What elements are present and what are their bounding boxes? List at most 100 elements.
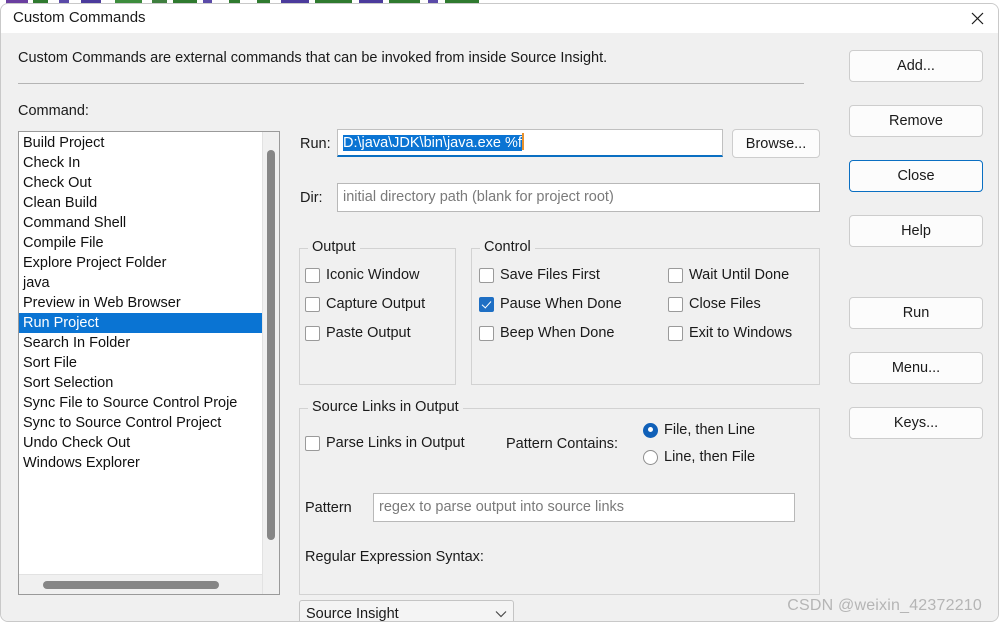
list-item-label: Check Out: [23, 175, 92, 191]
checkbox-close-files[interactable]: Close Files: [668, 296, 761, 312]
checkbox-label: Exit to Windows: [689, 325, 793, 341]
list-item-label: Explore Project Folder: [23, 255, 167, 271]
help-button[interactable]: Help: [849, 215, 983, 247]
run-input[interactable]: D:\java\JDK\bin\java.exe %f: [337, 129, 723, 157]
list-item[interactable]: Run Project: [19, 313, 262, 333]
command-listbox[interactable]: Build Project Check In Check Out Clean Buil…: [18, 131, 280, 595]
run-input-value: D:\java\JDK\bin\java.exe %f: [343, 135, 522, 151]
checkbox-label: Capture Output: [326, 296, 426, 312]
list-item-label: Sync File to Source Control Proje: [23, 395, 238, 411]
listbox-horizontal-scroll-thumb[interactable]: [43, 581, 219, 589]
checkbox-box: [668, 296, 683, 312]
listbox-vertical-scroll-thumb[interactable]: [267, 150, 275, 540]
checkbox-beep-when-done[interactable]: Beep When Done: [479, 325, 614, 341]
list-item[interactable]: Undo Check Out: [19, 433, 262, 453]
add-button[interactable]: Add...: [849, 50, 983, 82]
pattern-input[interactable]: regex to parse output into source links: [373, 493, 795, 522]
checkbox-box: [305, 296, 320, 312]
command-list-items: Build Project Check In Check Out Clean Buil…: [19, 132, 262, 473]
checkbox-paste-output[interactable]: Paste Output: [305, 325, 411, 341]
run-label: Run:: [300, 136, 331, 152]
list-item[interactable]: Search In Folder: [19, 333, 262, 353]
list-item[interactable]: Compile File: [19, 233, 262, 253]
radio-line-then-file[interactable]: Line, then File: [643, 449, 755, 465]
list-item-label: Undo Check Out: [23, 435, 131, 451]
dir-input-placeholder: initial directory path (blank for projec…: [343, 189, 614, 205]
checkbox-label: Paste Output: [326, 325, 411, 341]
list-item-label: Run Project: [23, 315, 99, 331]
list-item-label: Windows Explorer: [23, 455, 140, 471]
output-group-title: Output: [308, 239, 360, 255]
list-item[interactable]: Sync File to Source Control Proje: [19, 393, 262, 413]
checkbox-wait-until-done[interactable]: Wait Until Done: [668, 267, 789, 283]
list-item-label: Command Shell: [23, 215, 127, 231]
checkbox-box: [479, 325, 494, 341]
list-item-label: Sync to Source Control Project: [23, 415, 222, 431]
checkbox-label: Wait Until Done: [689, 267, 790, 283]
list-item[interactable]: Windows Explorer: [19, 453, 262, 473]
keys-button[interactable]: Keys...: [849, 407, 983, 439]
close-button[interactable]: [954, 4, 998, 33]
output-group: Output Iconic Window Capture Output Past…: [299, 239, 456, 385]
checkbox-box: [479, 267, 494, 283]
list-item[interactable]: Sync to Source Control Project: [19, 413, 262, 433]
source-links-group: Source Links in Output Parse Links in Ou…: [299, 399, 820, 595]
list-item[interactable]: Clean Build: [19, 193, 262, 213]
radio-label: File, then Line: [664, 422, 756, 438]
watermark: CSDN @weixin_42372210: [787, 597, 982, 614]
checkbox-label: Pause When Done: [500, 296, 622, 312]
remove-button[interactable]: Remove: [849, 105, 983, 137]
list-item-label: Clean Build: [23, 195, 98, 211]
list-item[interactable]: Preview in Web Browser: [19, 293, 262, 313]
checkbox-box: [668, 267, 683, 283]
checkbox-label: Parse Links in Output: [326, 435, 465, 451]
checkbox-box: [305, 267, 320, 283]
list-item[interactable]: Sort Selection: [19, 373, 262, 393]
custom-commands-dialog: Custom Commands Custom Commands are exte…: [0, 3, 999, 622]
listbox-vertical-scrollbar[interactable]: [262, 132, 279, 594]
checkbox-box: [305, 325, 320, 341]
list-item-label: Check In: [23, 155, 81, 171]
checkbox-label: Beep When Done: [500, 325, 615, 341]
regex-syntax-select[interactable]: Source Insight: [299, 600, 514, 621]
chevron-down-icon: [495, 611, 507, 618]
list-item[interactable]: java: [19, 273, 262, 293]
list-item[interactable]: Explore Project Folder: [19, 253, 262, 273]
checkbox-save-files-first[interactable]: Save Files First: [479, 267, 600, 283]
radio-circle: [643, 422, 658, 438]
checkbox-capture-output[interactable]: Capture Output: [305, 296, 425, 312]
checkbox-box: [479, 296, 494, 312]
list-item-label: Compile File: [23, 235, 104, 251]
list-item-label: Search In Folder: [23, 335, 131, 351]
checkbox-label: Save Files First: [500, 267, 600, 283]
list-item[interactable]: Build Project: [19, 133, 262, 153]
list-item[interactable]: Command Shell: [19, 213, 262, 233]
list-item-label: java: [23, 275, 50, 291]
header-divider: [18, 83, 804, 84]
checkbox-label: Close Files: [689, 296, 761, 312]
run-button[interactable]: Run: [849, 297, 983, 329]
checkbox-parse-links-in-output[interactable]: Parse Links in Output: [305, 435, 465, 451]
list-item[interactable]: Check In: [19, 153, 262, 173]
menu-button[interactable]: Menu...: [849, 352, 983, 384]
list-item[interactable]: Sort File: [19, 353, 262, 373]
dialog-description: Custom Commands are external commands th…: [18, 50, 608, 66]
source-links-group-title: Source Links in Output: [308, 399, 463, 415]
checkbox-label: Iconic Window: [326, 267, 420, 283]
browse-button[interactable]: Browse...: [732, 129, 820, 158]
dir-input[interactable]: initial directory path (blank for projec…: [337, 183, 820, 212]
radio-file-then-line[interactable]: File, then Line: [643, 422, 755, 438]
list-item-label: Sort Selection: [23, 375, 114, 391]
list-item-label: Preview in Web Browser: [23, 295, 181, 311]
checkbox-iconic-window[interactable]: Iconic Window: [305, 267, 419, 283]
checkbox-pause-when-done[interactable]: Pause When Done: [479, 296, 622, 312]
checkbox-box: [305, 435, 320, 451]
radio-label: Line, then File: [664, 449, 756, 465]
pattern-contains-label: Pattern Contains:: [506, 436, 619, 452]
close-dialog-button[interactable]: Close: [849, 160, 983, 192]
checkbox-exit-to-windows[interactable]: Exit to Windows: [668, 325, 792, 341]
window-title: Custom Commands: [13, 9, 146, 26]
list-item[interactable]: Check Out: [19, 173, 262, 193]
dir-label: Dir:: [300, 190, 323, 206]
listbox-horizontal-scrollbar[interactable]: [19, 574, 262, 594]
